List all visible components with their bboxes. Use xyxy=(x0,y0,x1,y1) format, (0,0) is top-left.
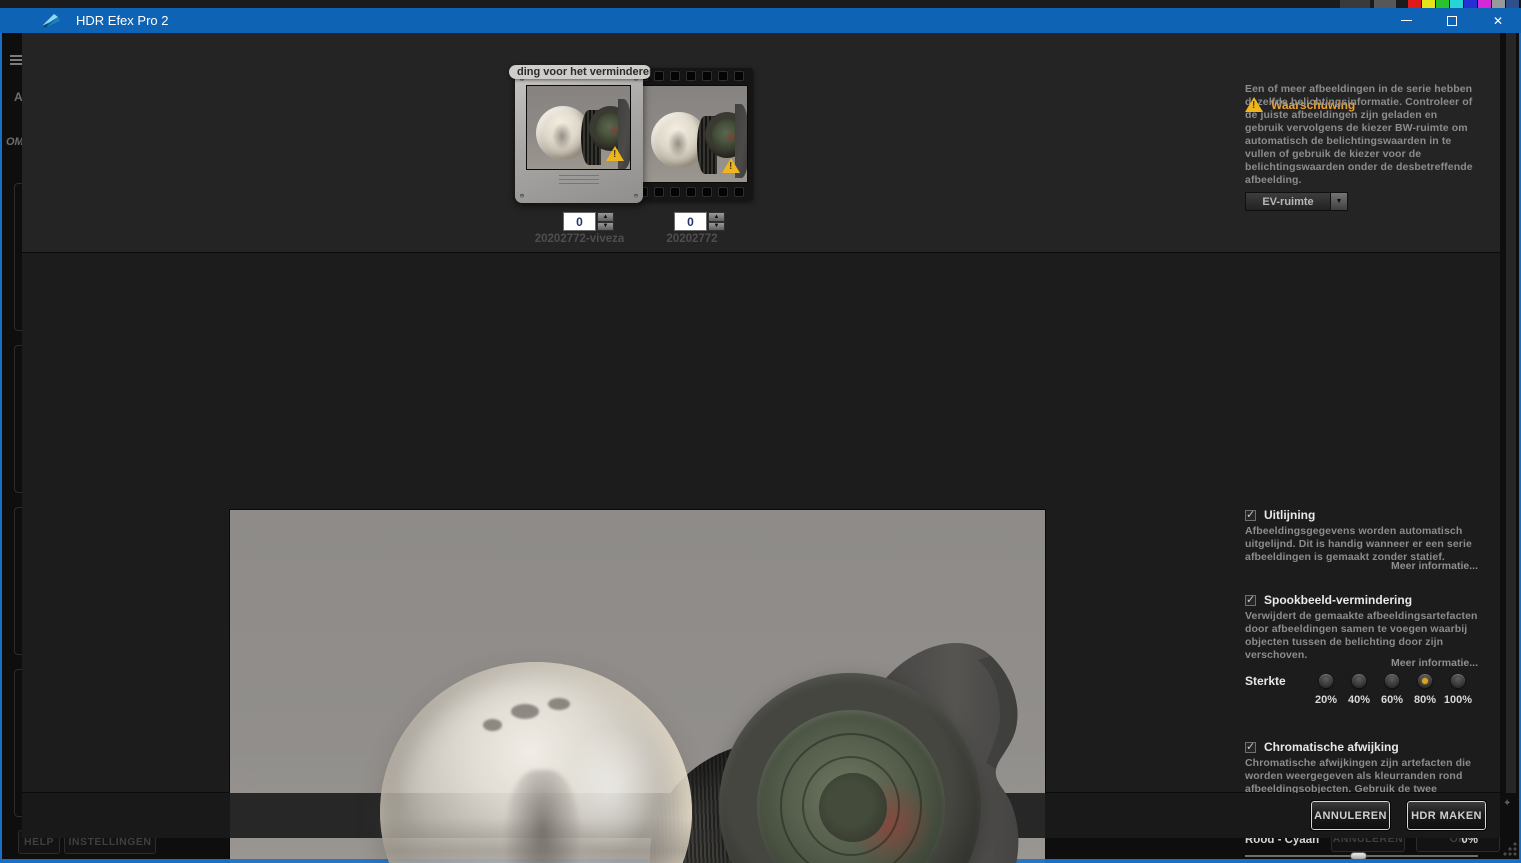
alignment-more-link[interactable]: Meer informatie... xyxy=(1245,560,1478,572)
hdr-merge-dialog: ding voor het verminderen va xyxy=(22,33,1500,863)
ev-spinner xyxy=(674,212,725,231)
color-swatch xyxy=(1422,0,1436,8)
color-swatch xyxy=(1492,0,1506,8)
tooltip-text: ding voor het verminderen va xyxy=(517,66,651,78)
ev-value-input[interactable] xyxy=(563,212,596,231)
maximize-icon xyxy=(1447,15,1457,26)
alignment-title: Uitlijning xyxy=(1264,508,1316,522)
strength-radio-60[interactable] xyxy=(1385,674,1399,688)
ghost-reduction-body-text: Verwijdert de gemaakte afbeeldingsartefa… xyxy=(1245,610,1478,661)
warning-triangle-icon: ! xyxy=(1245,97,1263,113)
color-swatch xyxy=(1408,0,1422,8)
close-icon: ✕ xyxy=(1492,13,1504,28)
minimize-icon xyxy=(1400,20,1412,21)
dropdown-arrow-icon[interactable] xyxy=(1331,192,1348,211)
maximize-button[interactable] xyxy=(1429,8,1475,33)
strength-radio-40[interactable] xyxy=(1352,674,1366,688)
window-controls: ✕ xyxy=(1383,8,1521,33)
chromatic-aberration-checkbox[interactable] xyxy=(1245,740,1256,753)
thumbnail-filename: 20202772-viveza xyxy=(534,233,625,245)
strength-option-label: 20% xyxy=(1314,694,1338,706)
thumbnail-filename: 20202772 xyxy=(666,233,718,245)
thumbnail-image[interactable]: ! xyxy=(640,85,748,183)
window-border xyxy=(0,33,2,861)
chromatic-aberration-title: Chromatische afwijking xyxy=(1264,740,1399,754)
cancel-button[interactable]: ANNULEREN xyxy=(1310,800,1391,831)
create-hdr-button[interactable]: HDR MAKEN xyxy=(1406,800,1487,831)
ev-value-input[interactable] xyxy=(674,212,707,231)
color-swatch xyxy=(1478,0,1492,8)
screen: HDR Efex Pro 2 ✕ A OM HELP INSTELLINGEN … xyxy=(0,0,1521,863)
minimize-button[interactable] xyxy=(1383,8,1429,33)
app-icon xyxy=(42,13,60,28)
strength-option-label: 100% xyxy=(1443,694,1473,706)
thumbnail-tooltip: ding voor het verminderen va xyxy=(509,65,651,79)
ghost-reduction-title: Spookbeeld-vermindering xyxy=(1264,593,1413,607)
background-toolbar-fragment xyxy=(1374,0,1396,8)
color-swatch xyxy=(1464,0,1478,8)
window-title: HDR Efex Pro 2 xyxy=(76,13,169,28)
ev-stepper xyxy=(708,212,725,231)
strength-radio-20[interactable] xyxy=(1319,674,1333,688)
warning-badge-icon: ! xyxy=(722,158,740,174)
ghost-reduction-checkbox[interactable] xyxy=(1245,593,1256,606)
background-app-strip xyxy=(0,0,1521,8)
strength-label: Sterkte xyxy=(1245,674,1286,688)
color-swatches xyxy=(1408,0,1520,8)
drag-handle-icon[interactable] xyxy=(559,175,599,184)
warning-body-text: Een of meer afbeeldingen in de serie heb… xyxy=(1245,83,1473,186)
crystal-ball xyxy=(380,662,692,863)
titlebar[interactable]: HDR Efex Pro 2 ✕ xyxy=(0,8,1521,33)
ev-spinner xyxy=(563,212,614,231)
thumbnail-image[interactable]: ! xyxy=(526,85,631,170)
film-sprocket-holes xyxy=(638,187,750,197)
ghost-reduction-more-link[interactable]: Meer informatie... xyxy=(1245,657,1478,669)
color-swatch xyxy=(1506,0,1520,8)
ev-space-dropdown[interactable]: EV-ruimte xyxy=(1245,192,1348,211)
spinner-down-button[interactable] xyxy=(708,221,725,231)
spinner-up-button[interactable] xyxy=(708,212,725,222)
thumbnail-slide[interactable]: ! xyxy=(515,72,643,203)
background-window: A OM HELP INSTELLINGEN ANNULEREN OK ✦ di… xyxy=(2,33,1519,863)
ev-stepper xyxy=(597,212,614,231)
dialog-main-section: Uitlijning Afbeeldingsgegevens worden au… xyxy=(22,254,1500,863)
warning-badge-icon: ! xyxy=(606,146,624,162)
close-button[interactable]: ✕ xyxy=(1475,8,1521,33)
background-panel-edge xyxy=(1506,33,1516,793)
dialog-top-section: ding voor het verminderen va xyxy=(22,33,1500,253)
alignment-checkbox[interactable] xyxy=(1245,508,1256,521)
spinner-up-button[interactable] xyxy=(597,212,614,222)
strength-option-label: 80% xyxy=(1413,694,1437,706)
spinner-down-button[interactable] xyxy=(597,221,614,231)
ev-space-dropdown-label: EV-ruimte xyxy=(1262,195,1314,208)
color-swatch xyxy=(1436,0,1450,8)
thumbnail-filmstrip[interactable]: ! xyxy=(635,68,753,200)
strength-option-label: 40% xyxy=(1347,694,1371,706)
sparkle-artifact: ✦ xyxy=(1503,798,1512,809)
strength-option-label: 60% xyxy=(1380,694,1404,706)
create-hdr-button-label: HDR MAKEN xyxy=(1411,809,1482,822)
background-toolbar-fragment xyxy=(1340,0,1370,8)
alignment-body-text: Afbeeldingsgegevens worden automatisch u… xyxy=(1245,525,1472,563)
color-swatch xyxy=(1450,0,1464,8)
resize-grip[interactable] xyxy=(1500,841,1518,857)
cancel-button-label: ANNULEREN xyxy=(1314,809,1387,822)
strength-radio-80[interactable] xyxy=(1418,674,1432,688)
film-sprocket-holes xyxy=(638,71,750,81)
strength-radio-100[interactable] xyxy=(1451,674,1465,688)
